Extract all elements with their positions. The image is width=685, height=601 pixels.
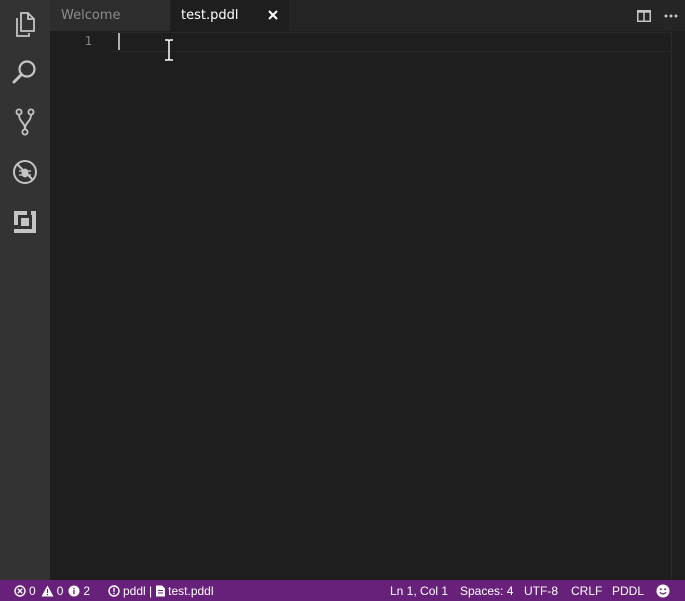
language-server-label: pddl | xyxy=(123,583,153,598)
warning-icon xyxy=(41,585,54,596)
indentation-setting[interactable]: Spaces: 4 xyxy=(460,580,513,601)
encoding-setting[interactable]: UTF-8 xyxy=(524,580,558,601)
ibeam-cursor-icon xyxy=(165,39,173,61)
file-icon xyxy=(156,585,166,596)
problems-indicator[interactable]: 0 0 2 xyxy=(14,580,95,601)
line-number: 1 xyxy=(84,34,92,48)
feedback-button[interactable] xyxy=(656,580,670,601)
line-ending-setting[interactable]: CRLF xyxy=(571,580,602,601)
tab-welcome[interactable]: Welcome xyxy=(50,0,170,31)
debug-icon xyxy=(13,160,37,184)
code-editor[interactable]: 1 xyxy=(50,31,685,580)
warning-count: 0 xyxy=(56,583,64,598)
split-editor-icon xyxy=(637,10,651,22)
file-label: test.pddl xyxy=(168,583,214,598)
language-server-status[interactable]: pddl | test.pddl xyxy=(108,580,214,601)
extensions-icon xyxy=(14,211,36,233)
error-count: 0 xyxy=(29,583,36,598)
cursor-position[interactable]: Ln 1, Col 1 xyxy=(390,580,448,601)
info-count: 2 xyxy=(83,583,91,598)
more-actions-button[interactable] xyxy=(661,6,681,26)
close-icon xyxy=(268,10,278,20)
extensions-button[interactable] xyxy=(0,197,50,247)
language-mode[interactable]: PDDL xyxy=(612,580,644,601)
tab-label: test.pddl xyxy=(181,8,239,23)
explorer-button[interactable] xyxy=(0,0,50,50)
text-cursor xyxy=(118,33,120,50)
vertical-scrollbar[interactable] xyxy=(671,31,685,580)
error-icon xyxy=(14,584,26,597)
info-icon xyxy=(68,585,80,596)
current-line-highlight xyxy=(112,32,672,52)
source-control-button[interactable] xyxy=(0,97,50,147)
split-editor-button[interactable] xyxy=(634,6,654,26)
editor-tabs: Welcome test.pddl xyxy=(50,0,685,31)
tab-label: Welcome xyxy=(61,8,121,23)
debug-button[interactable] xyxy=(0,147,50,197)
activity-bar xyxy=(0,0,50,580)
search-button[interactable] xyxy=(0,47,50,97)
status-bar: 0 0 2 pddl | test.pddl Ln 1, Col 1 Space… xyxy=(0,580,685,601)
files-icon xyxy=(16,12,35,37)
source-control-icon xyxy=(15,108,35,136)
smiley-icon xyxy=(656,584,670,597)
search-icon xyxy=(12,60,36,84)
editor-actions xyxy=(621,0,685,31)
more-actions-icon xyxy=(664,14,678,18)
tab-test-pddl[interactable]: test.pddl xyxy=(170,0,289,31)
exclamation-circle-icon xyxy=(108,584,120,597)
close-tab-button[interactable] xyxy=(265,7,281,23)
